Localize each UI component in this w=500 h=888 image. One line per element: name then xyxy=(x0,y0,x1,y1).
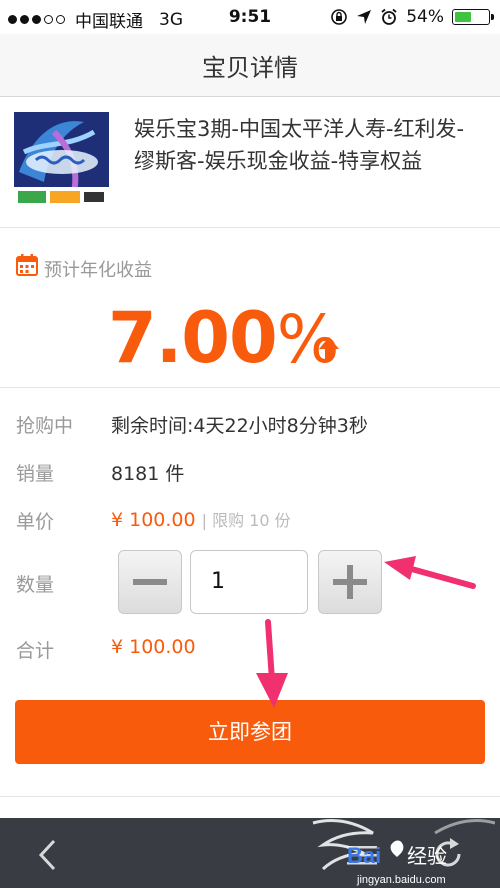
unit-price-row: ¥ 100.00 | 限购 10 份 xyxy=(111,507,291,531)
remaining-time: 剩余时间:4天22小时8分钟3秒 xyxy=(111,415,368,437)
annotation-arrow-to-plus xyxy=(384,556,476,589)
watermark-url: jingyan.baidu.com xyxy=(356,874,446,886)
battery-icon xyxy=(452,9,494,25)
watermark-logo-text: Bai xyxy=(347,843,381,868)
status-bar: 中国联通 3G 9:51 54% xyxy=(0,0,500,34)
watermark-jingyan-text: 经验 xyxy=(407,844,447,868)
location-icon xyxy=(357,10,372,24)
unit-price-label: 单价 xyxy=(16,511,55,533)
navigation-bar: 宝贝详情 xyxy=(0,34,500,97)
quantity-decrement-button[interactable] xyxy=(118,550,182,614)
yield-number: 7.00 xyxy=(108,297,278,379)
alarm-icon xyxy=(381,8,397,25)
product-name: 娱乐宝3期-中国太平洋人寿-红利发-缪斯客-娱乐现金收益-特享权益 xyxy=(134,117,465,173)
product-header[interactable]: 娱乐宝3期-中国太平洋人寿-红利发-缪斯客-娱乐现金收益-特享权益 xyxy=(0,97,500,228)
total-value: ¥ 100.00 xyxy=(111,636,196,658)
arrow-up-icon xyxy=(319,337,339,359)
unit-price-value: ¥ 100.00 xyxy=(111,509,196,531)
yield-label: 预计年化收益 xyxy=(44,260,152,281)
sales-value: 8181 件 xyxy=(111,463,185,485)
annotation-arrow-to-button xyxy=(256,619,288,708)
quantity-input[interactable]: 1 xyxy=(190,550,308,614)
calendar-icon xyxy=(16,254,38,276)
page-title: 宝贝详情 xyxy=(202,54,298,82)
quantity-increment-button[interactable] xyxy=(318,550,382,614)
status-label: 抢购中 xyxy=(16,415,74,437)
sales-label: 销量 xyxy=(16,463,55,485)
plus-icon xyxy=(333,565,367,599)
china-dream-show-banner-icon xyxy=(14,112,109,207)
status-right: 54% xyxy=(330,7,494,27)
rotation-lock-icon xyxy=(331,9,348,25)
battery-percent: 54% xyxy=(406,7,444,27)
back-icon[interactable] xyxy=(36,838,60,872)
quantity-label: 数量 xyxy=(16,574,55,596)
product-thumbnail xyxy=(14,112,109,207)
divider xyxy=(0,796,500,797)
minus-icon xyxy=(133,579,167,585)
purchase-limit: | 限购 10 份 xyxy=(201,511,291,530)
annual-yield-value: 7.00% xyxy=(108,297,339,380)
total-label: 合计 xyxy=(16,640,55,662)
divider xyxy=(0,387,500,388)
baidu-jingyan-watermark: Bai 经验 jingyan.baidu.com xyxy=(312,819,495,886)
